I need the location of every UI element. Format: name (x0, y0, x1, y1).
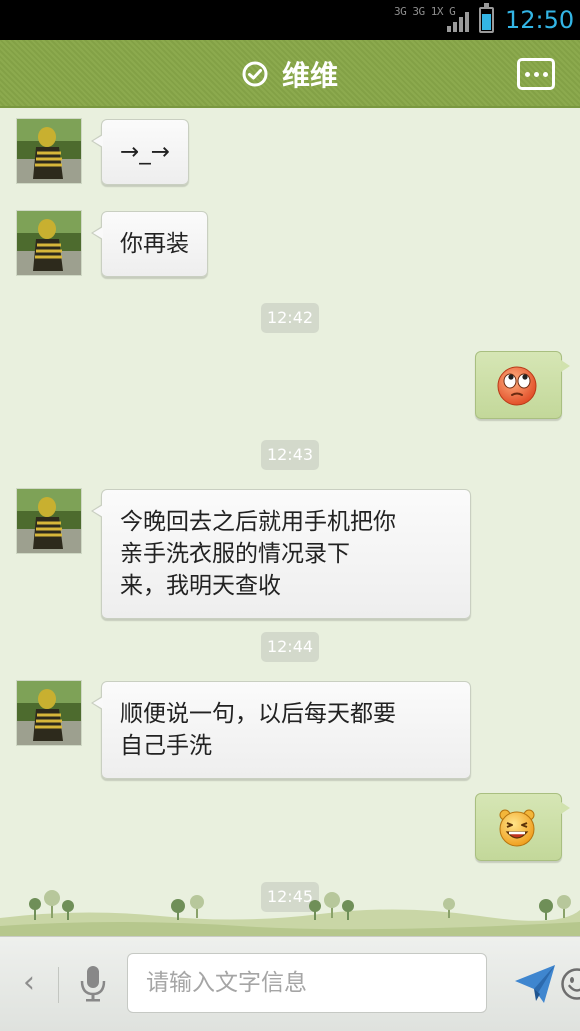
timestamp: 12:42 (261, 303, 319, 333)
back-icon: ‹ (23, 965, 35, 1000)
microphone-icon[interactable] (76, 963, 110, 1003)
message-line: 来，我明天查收 (120, 573, 281, 599)
avatar[interactable] (16, 680, 82, 746)
message-line: 今晚回去之后就用手机把你 (120, 509, 396, 535)
clock: 12:50 (505, 6, 575, 34)
avatar[interactable] (16, 118, 82, 184)
timestamp: 12:43 (261, 440, 319, 470)
send-icon[interactable] (512, 961, 558, 1007)
more-button[interactable] (517, 58, 555, 90)
sent-message-bubble[interactable] (475, 793, 570, 861)
message-bubble[interactable]: 顺便说一句，以后每天都要 自己手洗 (91, 681, 471, 779)
sent-message-bubble[interactable] (475, 351, 570, 419)
message-text: 你再装 (120, 231, 189, 257)
avatar[interactable] (16, 210, 82, 276)
input-bar: ‹ (0, 936, 580, 1031)
timestamp: 12:44 (261, 632, 319, 662)
status-bar: 3G 3G 1X G 12:50 (0, 0, 580, 40)
battery-level (482, 13, 491, 30)
more-icon (524, 71, 530, 77)
signal-icon (447, 12, 469, 32)
message-line: 顺便说一句，以后每天都要 (120, 701, 396, 727)
message-bubble[interactable]: 今晚回去之后就用手机把你 亲手洗衣服的情况录下 来，我明天查收 (91, 489, 471, 619)
background-scenery (0, 890, 580, 936)
contact-name[interactable]: 维维 (282, 54, 338, 94)
rolling-eyes-emoji (497, 366, 537, 406)
message-line: 自己手洗 (120, 733, 212, 759)
smiley-icon[interactable] (560, 967, 580, 1001)
divider (58, 967, 59, 1003)
chat-area[interactable]: →_→ 你再装 12:42 12:43 今晚回去之后就用手机把你 亲手洗衣服的情… (0, 110, 580, 935)
back-button[interactable]: ‹ (14, 963, 44, 1003)
message-line: 亲手洗衣服的情况录下 (120, 541, 350, 567)
message-input[interactable] (127, 953, 580, 1013)
battery-icon (479, 3, 494, 33)
check-circle-icon (242, 61, 268, 87)
message-bubble[interactable]: →_→ (90, 119, 190, 185)
message-bubble[interactable]: 你再装 (91, 211, 208, 277)
laughing-emoji (499, 809, 535, 847)
title-bar: 维维 (0, 40, 580, 108)
avatar[interactable] (16, 488, 82, 554)
message-input-field[interactable] (146, 954, 426, 1012)
message-text: →_→ (120, 139, 171, 165)
